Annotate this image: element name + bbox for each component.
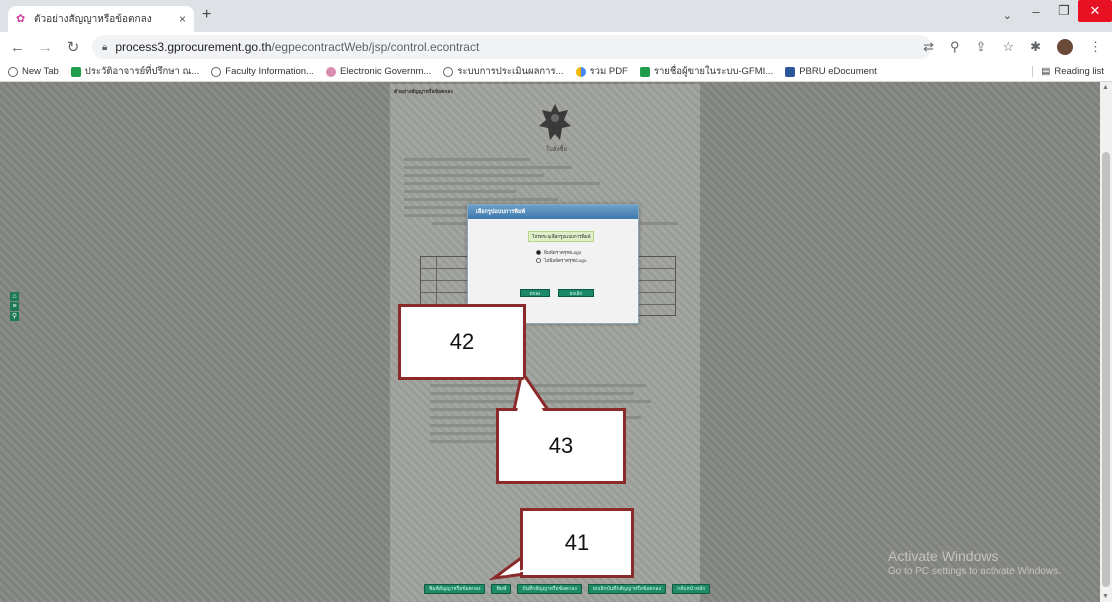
lock-icon: 🔒︎: [102, 41, 108, 53]
minimize-icon[interactable]: –: [1022, 4, 1050, 19]
callout-42: 42: [398, 304, 526, 380]
bookmark-label: ระบบการประเมินผลการ...: [457, 66, 564, 77]
extensions-icon[interactable]: ✱: [1030, 39, 1041, 55]
tab-close-icon[interactable]: ×: [179, 12, 186, 26]
bookmark-item[interactable]: รวม PDF: [575, 64, 628, 79]
bookmark-star-icon[interactable]: ☆: [1002, 39, 1014, 55]
windows-activation-watermark: Activate Windows Go to PC settings to ac…: [888, 548, 1061, 577]
bookmark-item[interactable]: Faculty Information...: [211, 66, 314, 77]
share-icon[interactable]: ⇪: [976, 39, 987, 55]
radio-selected[interactable]: [536, 250, 541, 255]
watermark-subtitle: Go to PC settings to activate Windows.: [888, 566, 1061, 577]
option-label: ไม่พิมพ์ตราครุฑ/Logo: [544, 258, 587, 263]
print-contract-button[interactable]: พิมพ์สัญญาหรือข้อตกลง: [424, 584, 486, 594]
globe-icon: [8, 66, 18, 77]
tab-favicon-icon: ✿: [16, 13, 26, 25]
bookmark-label: PBRU eDocument: [799, 66, 877, 77]
scroll-up-icon[interactable]: ▲: [1102, 84, 1109, 91]
zoom-icon[interactable]: ⚲: [950, 39, 960, 55]
back-home-button[interactable]: กลับหน้าหลัก: [672, 584, 711, 594]
back-icon[interactable]: ←: [10, 39, 25, 56]
reading-list-button[interactable]: ▤ Reading list: [1032, 66, 1104, 77]
home-icon[interactable]: ⌂: [10, 292, 19, 301]
bookmark-item[interactable]: รายชื่อผู้ขายในระบบ-GFMI...: [639, 64, 774, 79]
reading-list-label: Reading list: [1054, 66, 1104, 77]
menu-icon[interactable]: ⋮: [1089, 39, 1102, 55]
save-contract-button[interactable]: บันทึกสัญญาหรือข้อตกลง: [517, 584, 582, 594]
bookmark-label: Electronic Governm...: [339, 66, 432, 77]
globe-icon: [211, 66, 222, 77]
tab-search-icon[interactable]: ⌄: [1003, 9, 1012, 22]
garuda-emblem-icon: [539, 104, 571, 140]
dialog-title: เลือกรูปแบบการพิมพ์: [468, 205, 638, 219]
pdf-merge-icon: [575, 66, 586, 77]
edocument-icon: [785, 66, 796, 77]
search-icon[interactable]: ⚲: [10, 312, 19, 321]
toolbar-actions: ⇄ ⚲ ⇪ ☆ ✱ ⋮: [923, 39, 1102, 55]
document-type-label: ใบสั่งซื้อ: [546, 147, 568, 153]
bookmark-label: รวม PDF: [589, 66, 628, 77]
bookmark-item[interactable]: ประวัติอาจารย์ที่ปรึกษา ณ...: [70, 64, 200, 79]
bookmark-item[interactable]: ระบบการประเมินผลการ...: [443, 64, 564, 79]
bookmark-item[interactable]: Electronic Governm...: [325, 66, 432, 77]
reading-list-icon: ▤: [1041, 66, 1051, 77]
document-header: ตัวอย่างสัญญาหรือข้อตกลง: [394, 89, 453, 95]
document-action-bar: พิมพ์สัญญาหรือข้อตกลง พิมพ์ บันทึกสัญญาห…: [424, 584, 711, 594]
translate-icon[interactable]: ⇄: [923, 39, 934, 55]
window-close-icon[interactable]: ✕: [1078, 0, 1112, 22]
callout-43: 43: [496, 408, 626, 484]
option-label: พิมพ์ตราครุฑ/Logo: [544, 250, 582, 255]
browser-tab[interactable]: ✿ ตัวอย่างสัญญาหรือข้อตกลง ×: [8, 6, 194, 32]
forward-icon[interactable]: →: [38, 39, 53, 56]
sheet-icon: [639, 66, 650, 77]
cancel-save-button[interactable]: ยกเลิกบันทึกสัญญาหรือข้อตกลง: [587, 584, 667, 594]
scrollbar-thumb[interactable]: [1102, 152, 1110, 587]
sheet-icon: [70, 66, 81, 77]
vertical-scrollbar[interactable]: ▲ ▼: [1100, 82, 1112, 602]
radio-unselected[interactable]: [536, 258, 541, 263]
url-host: process3.gprocurement.go.th: [115, 40, 272, 54]
callout-41: 41: [520, 508, 634, 578]
window-controls: – ❐ ✕: [1022, 0, 1112, 22]
dialog-prompt: โปรดระบุเลือกรูปแบบการพิมพ์: [528, 231, 595, 242]
print-with-logo-option[interactable]: พิมพ์ตราครุฑ/Logo: [536, 249, 581, 256]
bookmark-item[interactable]: PBRU eDocument: [785, 66, 877, 77]
address-bar[interactable]: 🔒︎ process3.gprocurement.go.th /egpecont…: [92, 35, 932, 59]
tab-title: ตัวอย่างสัญญาหรือข้อตกลง: [34, 13, 152, 25]
browser-toolbar: ← → ↻ 🔒︎ process3.gprocurement.go.th /eg…: [0, 32, 1112, 62]
bookmark-label: รายชื่อผู้ขายในระบบ-GFMI...: [653, 66, 774, 77]
bookmark-label: ประวัติอาจารย์ที่ปรึกษา ณ...: [84, 66, 200, 77]
profile-avatar[interactable]: [1057, 39, 1073, 55]
reload-icon[interactable]: ↻: [66, 38, 80, 56]
new-tab-button[interactable]: +: [202, 6, 211, 24]
print-button[interactable]: พิมพ์: [491, 584, 512, 594]
bookmark-label: Faculty Information...: [225, 66, 314, 77]
url-path: /egpecontractWeb/jsp/control.econtract: [271, 40, 480, 54]
print-without-logo-option[interactable]: ไม่พิมพ์ตราครุฑ/Logo: [536, 257, 586, 264]
list-icon[interactable]: ≡: [10, 302, 19, 311]
bookmark-label: New Tab: [22, 66, 59, 77]
flower-icon: [325, 66, 336, 77]
dialog-cancel-button[interactable]: ยกเลิก: [558, 289, 594, 297]
scroll-down-icon[interactable]: ▼: [1102, 593, 1109, 600]
restore-icon[interactable]: ❐: [1050, 3, 1078, 19]
globe-icon: [443, 66, 454, 77]
dialog-ok-button[interactable]: ตกลง: [520, 289, 550, 297]
tab-strip: ✿ ตัวอย่างสัญญาหรือข้อตกลง × + ⌄ – ❐ ✕: [0, 0, 1112, 32]
bookmark-item[interactable]: New Tab: [8, 66, 59, 77]
bookmarks-bar: New Tab ประวัติอาจารย์ที่ปรึกษา ณ... Fac…: [0, 62, 1112, 82]
watermark-title: Activate Windows: [888, 548, 999, 564]
side-toolbar: ⌂ ≡ ⚲: [10, 292, 19, 321]
